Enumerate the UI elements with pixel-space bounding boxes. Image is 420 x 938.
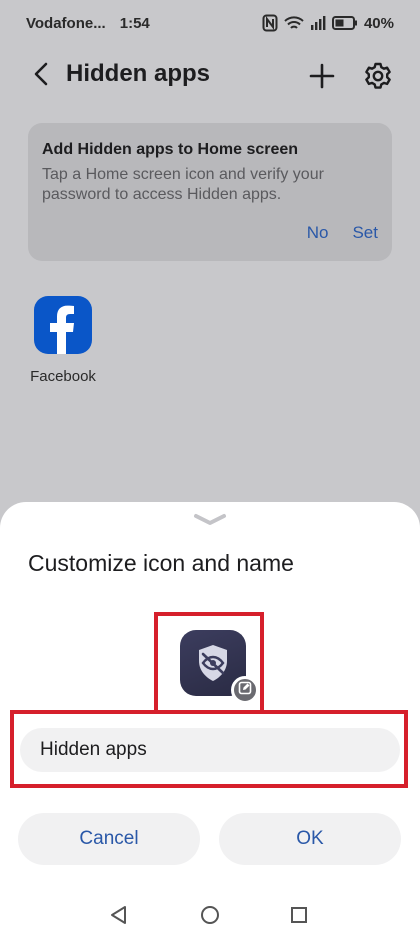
card-title: Add Hidden apps to Home screen (42, 141, 299, 158)
add-to-home-card: Add Hidden apps to Home screen Tap a Hom… (28, 123, 392, 261)
wifi-icon (284, 15, 304, 31)
system-nav-bar (0, 890, 420, 938)
app-header: Hidden apps (0, 52, 420, 100)
plus-icon (306, 63, 338, 96)
time-label: 1:54 (119, 14, 150, 32)
card-description: Tap a Home screen icon and verify your p… (42, 166, 324, 203)
signal-icon (310, 15, 326, 31)
app-name-input[interactable] (20, 728, 400, 772)
sheet-title: Customize icon and name (28, 550, 294, 576)
customize-sheet: Customize icon and name Cancel OK (0, 502, 420, 938)
back-arrow-icon (32, 62, 52, 91)
nav-home-icon[interactable] (199, 904, 221, 926)
settings-button[interactable] (362, 60, 394, 92)
add-button[interactable] (306, 60, 338, 92)
no-button[interactable]: No (307, 223, 329, 243)
sheet-handle[interactable] (190, 512, 230, 528)
edit-icon-button[interactable] (231, 676, 259, 704)
gear-icon (362, 62, 394, 96)
cancel-button[interactable]: Cancel (18, 813, 200, 865)
status-left: Vodafone... 1:54 (26, 15, 150, 32)
status-right: 40% (262, 14, 394, 32)
battery-percent: 40% (363, 14, 394, 32)
set-button[interactable]: Set (352, 223, 378, 243)
card-actions: No Set (307, 223, 378, 243)
chevron-down-icon (190, 514, 230, 532)
ok-button[interactable]: OK (219, 813, 401, 865)
facebook-icon (34, 296, 92, 354)
status-bar: Vodafone... 1:54 40% (0, 0, 420, 46)
app-tile-facebook[interactable]: Facebook (26, 296, 100, 385)
nfc-icon (262, 14, 278, 32)
app-label: Facebook (30, 368, 96, 385)
name-highlight-box (10, 710, 408, 788)
nav-back-icon[interactable] (108, 904, 130, 926)
edit-icon (238, 681, 252, 700)
carrier-label: Vodafone... (26, 14, 106, 32)
back-button[interactable] (28, 62, 56, 90)
nav-recents-icon[interactable] (288, 904, 310, 926)
page-title: Hidden apps (66, 60, 211, 87)
icon-highlight-box (154, 612, 264, 714)
battery-icon (331, 15, 358, 31)
